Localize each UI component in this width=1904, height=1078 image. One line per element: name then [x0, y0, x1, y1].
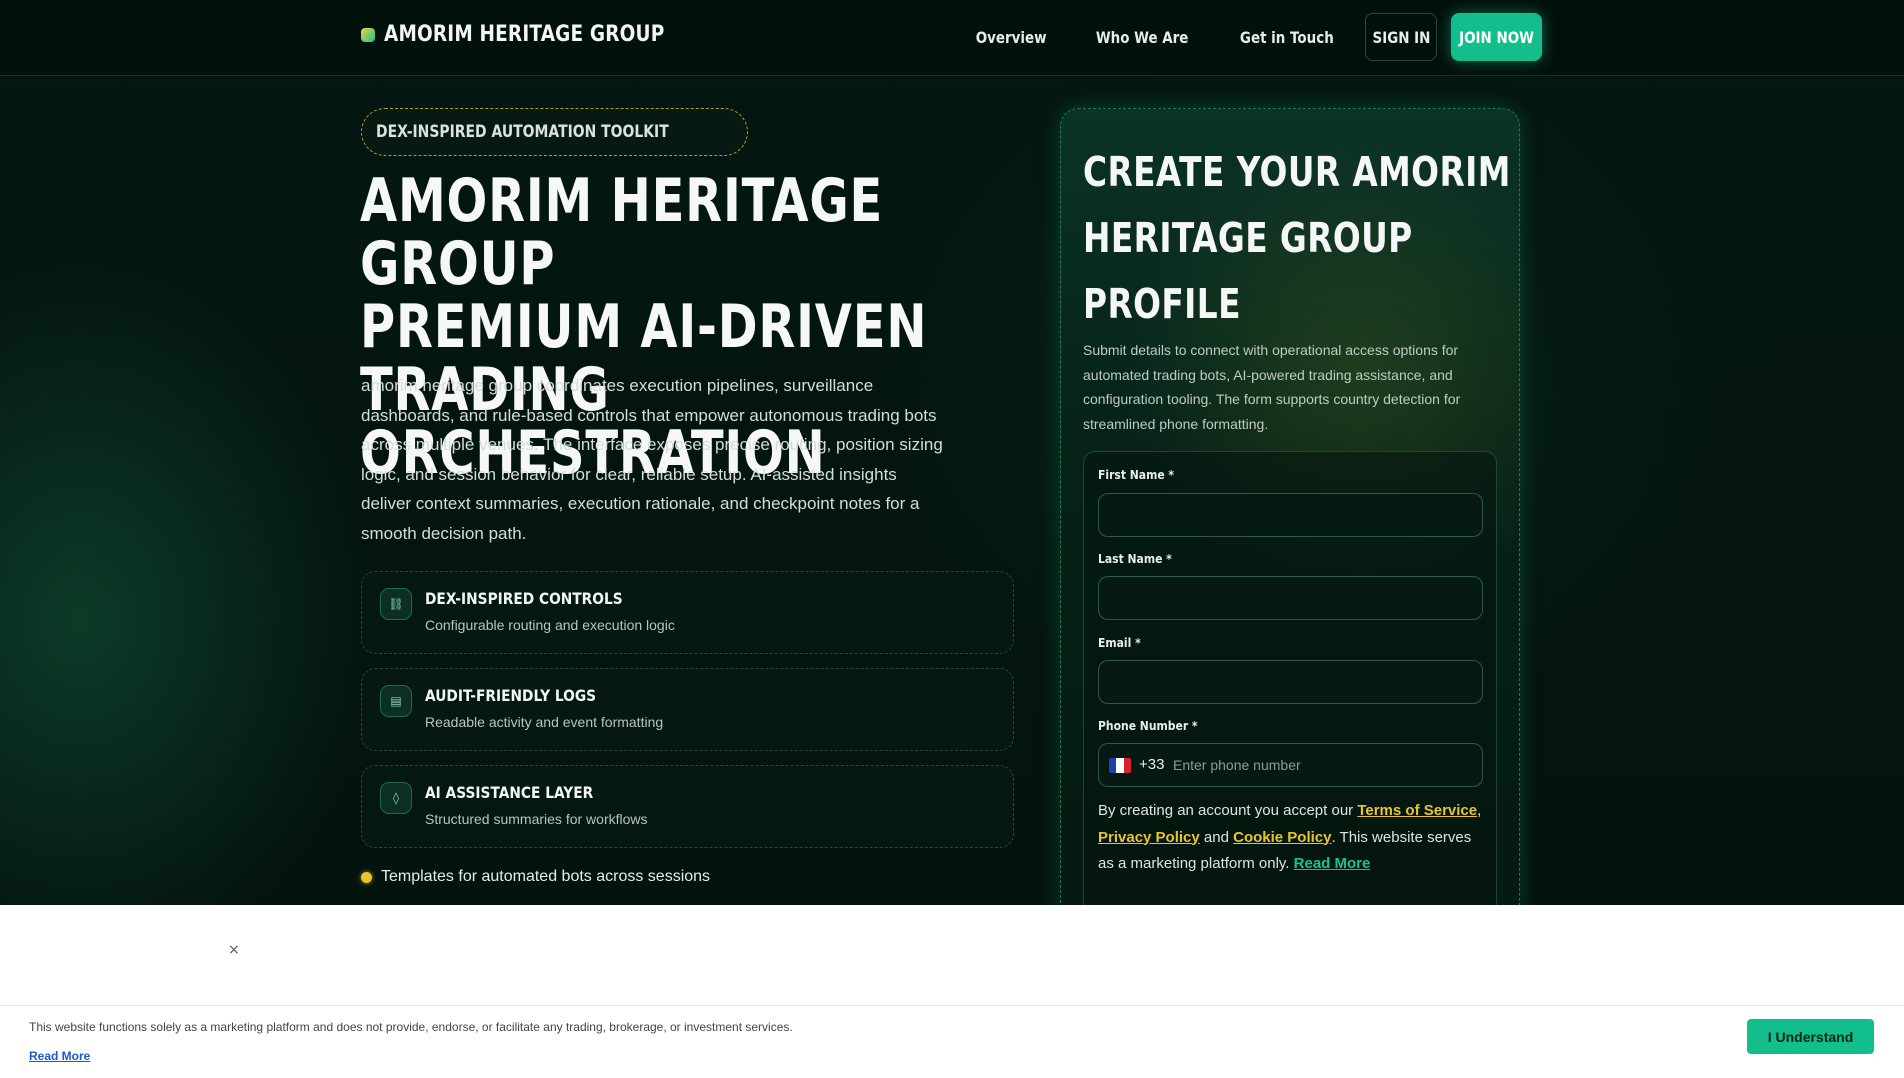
sign-in-button[interactable]: SIGN IN	[1365, 13, 1437, 61]
hero-description-line: deliver context summaries, execution rat…	[361, 494, 920, 514]
phone-placeholder: Enter phone number	[1173, 757, 1301, 773]
brand-mark-icon	[361, 27, 375, 42]
nav-link-overview[interactable]: Overview	[975, 28, 1046, 47]
terms-of-service-link[interactable]: Terms of Service	[1357, 802, 1477, 819]
cookie-banner: This website functions solely as a marke…	[0, 1005, 1904, 1078]
consent-and: and	[1199, 828, 1234, 846]
cookie-policy-link[interactable]: Cookie Policy	[1233, 829, 1331, 846]
signup-description-line: Submit details to connect with operation…	[1083, 342, 1459, 358]
consent-prefix: By creating an account you accept our	[1098, 802, 1358, 819]
bullet-text: Templates for automated bots across sess…	[381, 868, 711, 885]
top-navigation-bar: AMORIM HERITAGE GROUP Overview Who We Ar…	[0, 0, 1904, 76]
hero-description: amorim heritage group coordinates execut…	[361, 371, 961, 549]
hero-title-line: AMORIM HERITAGE GROUP	[360, 166, 884, 299]
nav-link-who-we-are[interactable]: Who We Are	[1096, 28, 1189, 47]
hero-description-line: logic, and session behavior for clear, r…	[361, 464, 897, 484]
i-understand-button[interactable]: I Understand	[1747, 1019, 1874, 1054]
join-now-button[interactable]: JOIN NOW	[1451, 13, 1542, 61]
hero-title-line: PREMIUM AI-DRIVEN	[360, 292, 928, 362]
france-flag-icon[interactable]	[1109, 758, 1131, 773]
link-icon: ⛓	[380, 588, 412, 620]
bullet-dot-icon	[361, 871, 372, 883]
join-now-label: JOIN NOW	[1459, 27, 1534, 47]
phone-field[interactable]: +33 Enter phone number	[1098, 743, 1483, 787]
overlay-panel	[0, 905, 1904, 1005]
hero-description-line: across multiple venues. The interface ex…	[361, 435, 943, 455]
read-more-link[interactable]: Read More	[1294, 855, 1371, 872]
phone-country-code[interactable]: +33	[1139, 756, 1164, 773]
toolkit-badge-label: DEX-INSPIRED AUTOMATION TOOLKIT	[376, 122, 669, 142]
email-label: Email *	[1098, 636, 1141, 650]
consent-text: By creating an account you accept our Te…	[1098, 798, 1488, 878]
hero-description-line: smooth decision path.	[361, 523, 527, 543]
signup-description-line: automated trading bots, AI-powered tradi…	[1083, 366, 1453, 383]
first-name-field[interactable]	[1098, 493, 1483, 537]
close-icon[interactable]: ×	[228, 942, 240, 958]
cookie-disclaimer-text: This website functions solely as a marke…	[29, 1020, 793, 1034]
sign-in-label: SIGN IN	[1372, 27, 1430, 47]
feature-title: AI ASSISTANCE LAYER	[425, 783, 594, 802]
signup-description: Submit details to connect with operation…	[1083, 338, 1483, 437]
feature-card-ai-assistance: ◊ AI ASSISTANCE LAYER Structured summari…	[361, 765, 1014, 848]
phone-label: Phone Number *	[1098, 719, 1198, 733]
log-icon: ▤	[380, 685, 412, 717]
email-field[interactable]	[1098, 660, 1483, 704]
hero-description-line: amorim heritage group coordinates execut…	[361, 376, 874, 395]
signup-description-line: configuration tooling. The form supports…	[1083, 391, 1461, 408]
feature-subtitle: Readable activity and event formatting	[425, 714, 664, 730]
signup-card: CREATE YOUR AMORIM HERITAGE GROUP PROFIL…	[1060, 108, 1520, 928]
ai-icon: ◊	[380, 782, 412, 814]
cookie-read-more-link[interactable]: Read More	[29, 1049, 90, 1063]
signup-title-line: PROFILE	[1083, 280, 1241, 328]
signup-title-line: HERITAGE GROUP	[1083, 214, 1413, 262]
brand-name: AMORIM HERITAGE GROUP	[384, 22, 665, 47]
privacy-policy-link[interactable]: Privacy Policy	[1098, 829, 1200, 846]
toolkit-badge: DEX-INSPIRED AUTOMATION TOOLKIT	[361, 108, 748, 156]
feature-title: AUDIT-FRIENDLY LOGS	[425, 686, 597, 705]
brand-logo[interactable]: AMORIM HERITAGE GROUP	[361, 22, 718, 47]
feature-card-dex-controls: ⛓ DEX-INSPIRED CONTROLS Configurable rou…	[361, 571, 1014, 654]
nav-link-get-in-touch[interactable]: Get in Touch	[1240, 28, 1334, 47]
consent-comma: ,	[1477, 802, 1482, 819]
main-nav: Overview Who We Are Get in Touch SIGN IN…	[935, 12, 1542, 62]
signup-form: First Name * Last Name * Email * Phone N…	[1083, 451, 1497, 921]
signup-title-line: CREATE YOUR AMORIM	[1083, 148, 1511, 196]
last-name-label: Last Name *	[1098, 552, 1172, 566]
hero-description-line: dashboards, and rule-based controls that…	[361, 405, 937, 425]
last-name-field[interactable]	[1098, 576, 1483, 620]
feature-subtitle: Configurable routing and execution logic	[425, 617, 675, 633]
feature-subtitle: Structured summaries for workflows	[425, 811, 648, 827]
template-bullet: Templates for automated bots across sess…	[361, 868, 710, 886]
feature-title: DEX-INSPIRED CONTROLS	[425, 589, 623, 608]
signup-description-line: streamlined phone formatting.	[1083, 416, 1269, 433]
signup-title: CREATE YOUR AMORIM HERITAGE GROUP PROFIL…	[1083, 139, 1531, 337]
first-name-label: First Name *	[1098, 468, 1175, 482]
feature-card-audit-logs: ▤ AUDIT-FRIENDLY LOGS Readable activity …	[361, 668, 1014, 751]
